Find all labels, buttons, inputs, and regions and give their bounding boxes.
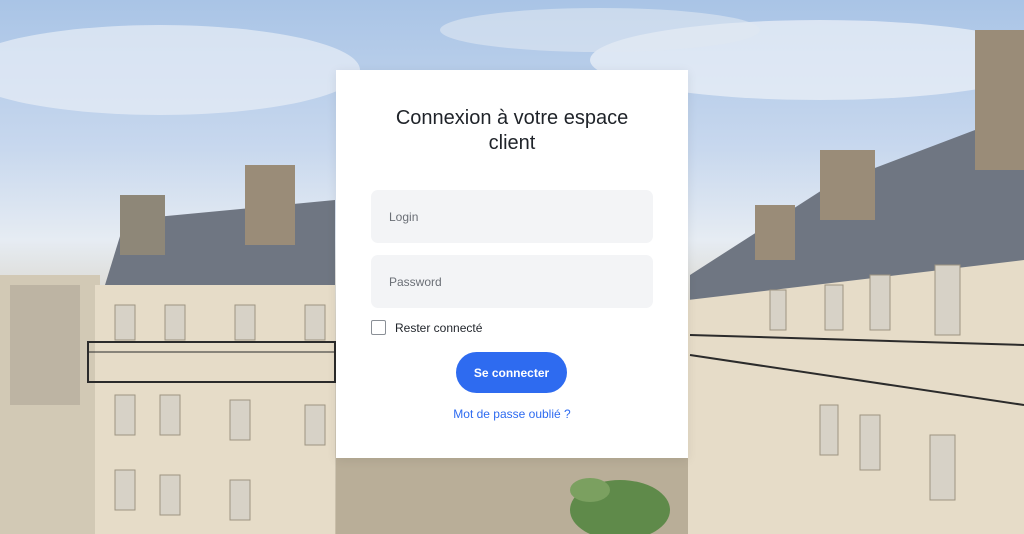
login-button[interactable]: Se connecter — [456, 352, 567, 393]
remember-me-checkbox[interactable] — [371, 320, 386, 335]
forgot-password-link[interactable]: Mot de passe oublié ? — [336, 407, 688, 421]
remember-me-label: Rester connecté — [395, 320, 483, 335]
login-card: Connexion à votre espace client Rester c… — [336, 70, 688, 458]
login-title: Connexion à votre espace client — [395, 107, 629, 154]
login-input[interactable] — [371, 190, 653, 243]
password-input[interactable] — [371, 255, 653, 308]
remember-me-option[interactable]: Rester connecté — [371, 320, 482, 335]
